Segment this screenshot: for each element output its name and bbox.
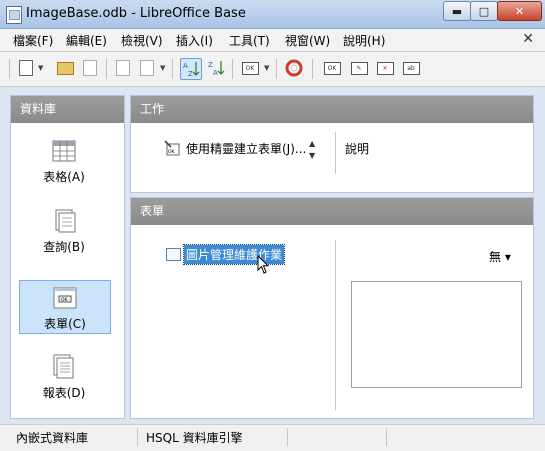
form-wizard-icon: OK	[164, 140, 180, 156]
table-icon	[52, 140, 76, 162]
paste-dropdown-arrow[interactable]: ▼	[160, 64, 165, 72]
open-icon[interactable]	[55, 58, 75, 78]
copy-icon[interactable]	[113, 58, 133, 78]
minimize-button[interactable]: ▬	[443, 1, 471, 21]
svg-text:OK: OK	[61, 297, 69, 303]
mouse-cursor-icon	[257, 255, 270, 274]
sidebar-item-label: 表格(A)	[43, 170, 85, 184]
title-bar: ImageBase.odb - LibreOffice Base ▬ □ ✕	[0, 0, 545, 29]
preview-type-select[interactable]: 無 ▾	[489, 248, 511, 265]
new-document-icon[interactable]	[16, 58, 36, 78]
menu-edit[interactable]: 編輯(E)	[66, 32, 107, 49]
database-panel-header: 資料庫	[11, 96, 124, 123]
sidebar-item-tables[interactable]: 表格(A)	[19, 134, 109, 186]
menu-insert[interactable]: 插入(I)	[176, 32, 213, 49]
menu-help[interactable]: 說明(H)	[343, 32, 385, 49]
form-icon[interactable]: OK	[240, 58, 260, 78]
menu-bar: 檔案(F) 編輯(E) 檢視(V) 插入(I) 工具(T) 視窗(W) 說明(H…	[0, 29, 545, 52]
sidebar-item-label: 查詢(B)	[43, 240, 85, 254]
status-separator	[287, 428, 288, 446]
new-dropdown-arrow[interactable]: ▼	[38, 64, 43, 72]
status-database-engine: HSQL 資料庫引擎	[146, 431, 243, 445]
forms-divider	[335, 240, 336, 410]
menu-file[interactable]: 檔案(F)	[13, 32, 53, 49]
menu-view[interactable]: 檢視(V)	[121, 32, 163, 49]
database-panel: 資料庫 表格(A) 查詢(B) OK 表單(C) 報表(D)	[10, 95, 125, 419]
paste-icon[interactable]	[137, 58, 157, 78]
preview-box	[351, 281, 522, 388]
edit-form-icon[interactable]: ✎	[349, 58, 369, 78]
form-dropdown-arrow[interactable]: ▼	[264, 64, 269, 72]
create-form-wizard-task[interactable]: 使用精靈建立表單(J)...	[186, 140, 306, 157]
forms-panel-header: 表單	[131, 198, 533, 225]
svg-text:A: A	[213, 69, 218, 77]
toolbar-separator	[312, 59, 313, 79]
status-embedded-database: 內嵌式資料庫	[16, 431, 89, 445]
toolbar-separator	[232, 59, 233, 79]
save-icon[interactable]	[80, 58, 100, 78]
sort-descending-icon[interactable]: ZA	[206, 58, 226, 78]
open-form-icon[interactable]: OK	[322, 58, 342, 78]
preview-type-value: 無	[489, 250, 502, 264]
tasks-panel: 工作 OK 使用精靈建立表單(J)... ▲ ▼ 說明	[130, 95, 534, 193]
standard-toolbar: ▼ ▼ AZ ZA OK ▼ OK ✎ ✕ ab	[0, 52, 545, 87]
task-description-label: 說明	[345, 142, 370, 156]
close-document-button[interactable]: ✕	[522, 31, 534, 47]
svg-text:Z: Z	[208, 61, 213, 69]
sidebar-item-label: 報表(D)	[42, 386, 86, 400]
status-separator	[386, 428, 387, 446]
sidebar-item-label: 表單(C)	[44, 317, 86, 331]
toolbar-handle[interactable]	[9, 59, 10, 79]
help-icon[interactable]	[284, 58, 304, 78]
form-icon: OK	[53, 287, 77, 309]
chevron-down-icon: ▾	[504, 250, 511, 264]
status-bar: 內嵌式資料庫 HSQL 資料庫引擎	[0, 424, 545, 451]
tasks-scroll-arrows[interactable]: ▲ ▼	[309, 138, 319, 162]
sidebar-item-queries[interactable]: 查詢(B)	[19, 204, 109, 256]
svg-text:A: A	[183, 62, 188, 70]
database-app-icon	[6, 6, 22, 24]
svg-text:Z: Z	[188, 70, 193, 78]
tasks-divider	[335, 132, 336, 174]
close-window-button[interactable]: ✕	[497, 1, 542, 21]
menu-tools[interactable]: 工具(T)	[229, 32, 270, 49]
delete-form-icon[interactable]: ✕	[375, 58, 395, 78]
query-icon	[55, 209, 76, 233]
tasks-panel-header: 工作	[131, 96, 533, 123]
form-document-icon	[166, 248, 181, 261]
sidebar-item-forms[interactable]: OK 表單(C)	[19, 280, 111, 334]
menu-window[interactable]: 視窗(W)	[285, 32, 330, 49]
report-icon	[53, 354, 74, 379]
toolbar-separator	[106, 59, 107, 79]
window-title: ImageBase.odb - LibreOffice Base	[26, 6, 246, 21]
sort-ascending-icon[interactable]: AZ	[180, 58, 202, 80]
svg-text:OK: OK	[168, 149, 176, 155]
toolbar-separator	[276, 59, 277, 79]
sidebar-item-reports[interactable]: 報表(D)	[19, 350, 109, 402]
status-separator	[137, 428, 138, 446]
toolbar-separator	[172, 59, 173, 79]
rename-form-icon[interactable]: ab	[401, 58, 421, 78]
forms-panel: 表單 圖片管理維護作業 無 ▾	[130, 197, 534, 419]
maximize-button[interactable]: □	[470, 1, 498, 21]
